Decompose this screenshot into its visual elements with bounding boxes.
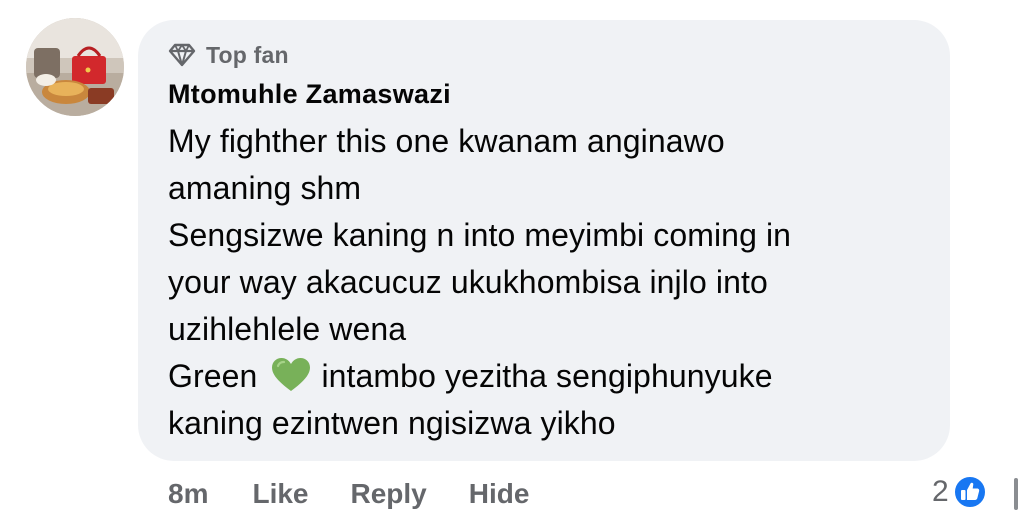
comment-text-segment: intambo yezitha sengiphunyuke bbox=[321, 358, 773, 394]
comment-line: your way akacucuz ukukhombisa injlo into bbox=[168, 264, 768, 300]
reaction-count: 2 bbox=[932, 475, 949, 508]
comment-line: My fighther this one kwanam anginawo bbox=[168, 123, 725, 159]
comment-line: Sengsizwe kaning n into meyimbi coming i… bbox=[168, 217, 792, 253]
hide-button[interactable]: Hide bbox=[469, 478, 530, 510]
like-reaction-icon bbox=[952, 475, 987, 509]
reply-button[interactable]: Reply bbox=[351, 478, 427, 510]
scrollbar[interactable] bbox=[1014, 478, 1018, 510]
comment-line-with-emoji: Green intambo yezitha sengiphunyuke bbox=[168, 353, 938, 400]
like-button[interactable]: Like bbox=[252, 478, 308, 510]
comment-line: amaning shm bbox=[168, 170, 362, 206]
comment-text-segment: Green bbox=[168, 358, 258, 394]
avatar-photo bbox=[26, 18, 124, 116]
comment-actions: 8m Like Reply Hide bbox=[168, 474, 529, 514]
green-heart-icon bbox=[271, 357, 311, 406]
timestamp[interactable]: 8m bbox=[168, 478, 208, 510]
author-name[interactable]: Mtomuhle Zamaswazi bbox=[168, 79, 451, 110]
comment-line: kaning ezintwen ngisizwa yikho bbox=[168, 405, 616, 441]
diamond-icon bbox=[168, 43, 196, 67]
top-fan-badge: Top fan bbox=[168, 40, 289, 70]
reaction-summary[interactable]: 2 bbox=[932, 472, 987, 512]
badge-label: Top fan bbox=[206, 41, 289, 68]
comment-text: My fighther this one kwanam anginawo ama… bbox=[168, 118, 938, 447]
avatar[interactable] bbox=[26, 18, 124, 116]
comment-line: uzihlehlele wena bbox=[168, 311, 407, 347]
